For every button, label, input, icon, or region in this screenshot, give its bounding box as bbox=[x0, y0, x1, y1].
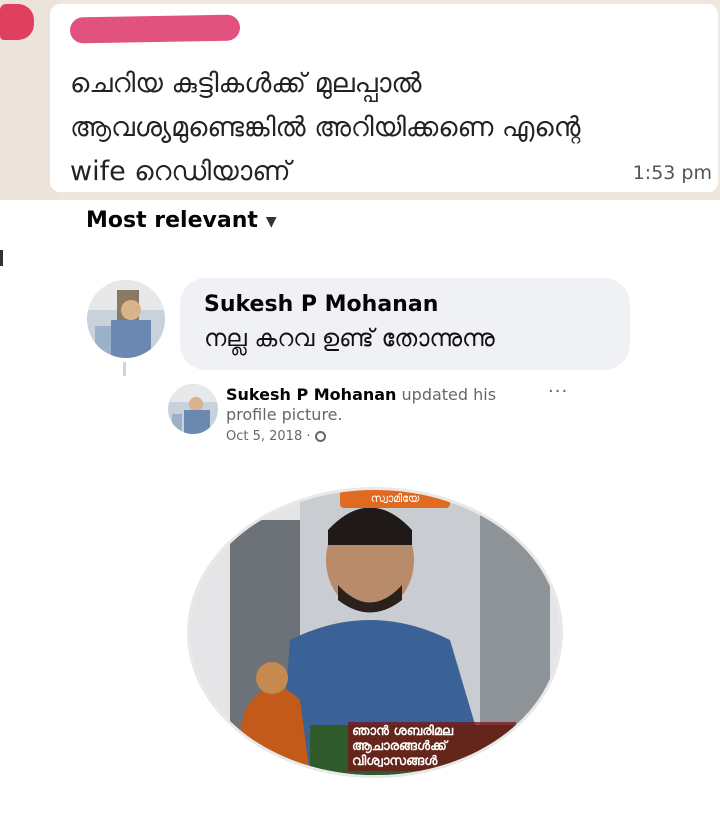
comment-text: നല്ല കറവ ഉണ്ട് തോന്നുന്നു bbox=[204, 324, 495, 352]
chevron-down-icon: ▼ bbox=[265, 213, 277, 230]
redaction-mark bbox=[0, 4, 34, 40]
post-author[interactable]: Sukesh P Mohanan bbox=[226, 385, 396, 404]
more-icon[interactable]: ··· bbox=[548, 381, 568, 402]
sort-label: Most relevant bbox=[86, 208, 258, 233]
thread-line bbox=[123, 362, 126, 376]
whatsapp-chat-area: ചെറിയ കുട്ടികൾക്ക് മുലപ്പാൽ ആവശ്യമുണ്ടെങ… bbox=[0, 0, 720, 200]
comment-sort-dropdown[interactable]: Most relevant ▼ bbox=[86, 208, 277, 233]
post-header: Sukesh P Mohanan updated his profile pic… bbox=[226, 385, 546, 444]
message-text: ചെറിയ കുട്ടികൾക്ക് മുലപ്പാൽ ആവശ്യമുണ്ടെങ… bbox=[70, 68, 581, 187]
comment-bubble[interactable]: Sukesh P Mohanan നല്ല കറവ ഉണ്ട് തോന്നുന്… bbox=[180, 278, 630, 370]
avatar[interactable] bbox=[87, 280, 165, 358]
comment-author[interactable]: Sukesh P Mohanan bbox=[204, 292, 438, 317]
post-date-row: Oct 5, 2018 · bbox=[226, 429, 546, 444]
globe-icon bbox=[314, 431, 326, 442]
profile-picture[interactable]: സ്വാമിയേ ഞാൻ ശബരിമല ആചാരങ്ങൾക്ക് വിശ്വാസ… bbox=[190, 490, 560, 775]
post-date[interactable]: Oct 5, 2018 · bbox=[226, 429, 311, 444]
frame-text: ഞാൻ ശബരിമല ആചാരങ്ങൾക്ക് വിശ്വാസങ്ങൾ bbox=[348, 722, 516, 771]
message-time: 1:53 pm bbox=[632, 162, 712, 184]
message-bubble[interactable]: ചെറിയ കുട്ടികൾക്ക് മുലപ്പാൽ ആവശ്യമുണ്ടെങ… bbox=[50, 4, 718, 192]
post-avatar[interactable] bbox=[168, 384, 218, 434]
redacted-sender-name bbox=[69, 14, 241, 44]
frame-banner: സ്വാമിയേ bbox=[340, 490, 450, 508]
divider bbox=[0, 250, 3, 266]
post-title: Sukesh P Mohanan updated his profile pic… bbox=[226, 385, 546, 425]
